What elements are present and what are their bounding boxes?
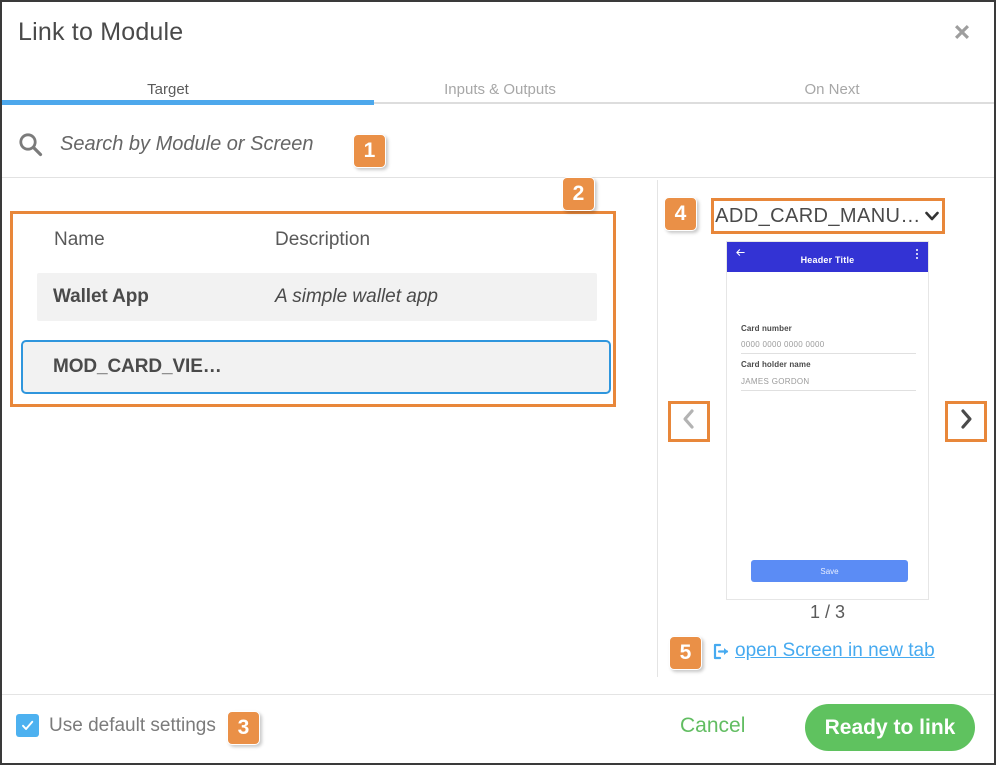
search-input[interactable] bbox=[60, 126, 350, 162]
row-name: Wallet App bbox=[53, 286, 149, 307]
preview-field-label: Card holder name bbox=[741, 360, 811, 369]
preview-field-label: Card number bbox=[741, 324, 792, 333]
external-link-icon bbox=[712, 642, 731, 661]
search-bar bbox=[2, 110, 994, 178]
open-screen-link-label: open Screen in new tab bbox=[735, 640, 935, 661]
table-row[interactable]: Wallet App A simple wallet app bbox=[37, 273, 597, 321]
use-default-settings-label: Use default settings bbox=[49, 714, 216, 736]
chevron-right-icon bbox=[956, 408, 976, 435]
column-header-name: Name bbox=[54, 229, 105, 250]
footer-divider bbox=[2, 694, 994, 695]
annotation-badge-5: 5 bbox=[669, 636, 702, 670]
page-title: Link to Module bbox=[18, 18, 184, 46]
row-name: MOD_CARD_VIE… bbox=[53, 356, 222, 377]
tabs-underline bbox=[2, 100, 994, 105]
close-icon[interactable] bbox=[944, 14, 980, 50]
search-icon bbox=[16, 130, 44, 163]
next-screen-button[interactable] bbox=[945, 401, 987, 442]
tab-on-next-label: On Next bbox=[804, 80, 860, 98]
screen-preview: Header Title Card number 0000 0000 0000 … bbox=[726, 241, 929, 600]
link-to-module-dialog: Link to Module Target Inputs & Outputs O… bbox=[0, 0, 996, 765]
prev-screen-button[interactable] bbox=[668, 401, 710, 442]
more-vertical-icon bbox=[916, 249, 918, 259]
column-header-description: Description bbox=[275, 229, 371, 250]
active-tab-indicator bbox=[2, 100, 374, 105]
open-screen-in-new-tab-link[interactable]: open Screen in new tab bbox=[712, 640, 935, 662]
preview-header-title: Header Title bbox=[800, 255, 855, 265]
preview-app-bar: Header Title bbox=[727, 242, 928, 272]
table-row[interactable]: MOD_CARD_VIE… bbox=[21, 340, 611, 394]
annotation-badge-3: 3 bbox=[227, 711, 260, 745]
chevron-left-icon bbox=[679, 408, 699, 435]
annotation-badge-1: 1 bbox=[353, 134, 386, 168]
use-default-settings-checkbox[interactable]: Use default settings bbox=[16, 714, 216, 737]
tab-target-label: Target bbox=[147, 80, 189, 98]
screen-select-value: ADD_CARD_MANU… bbox=[715, 204, 921, 227]
chevron-down-icon bbox=[923, 207, 941, 225]
preview-field-value: 0000 0000 0000 0000 bbox=[741, 340, 916, 354]
tab-inputs-outputs-label: Inputs & Outputs bbox=[444, 80, 556, 98]
annotation-badge-4: 4 bbox=[664, 197, 697, 231]
annotation-badge-2: 2 bbox=[562, 177, 595, 211]
panel-divider bbox=[657, 180, 658, 677]
module-list: Name Description Wallet App A simple wal… bbox=[10, 211, 616, 407]
module-list-header: Name Description bbox=[13, 214, 613, 264]
check-icon bbox=[16, 714, 39, 737]
ready-to-link-button[interactable]: Ready to link bbox=[805, 704, 975, 751]
preview-pager: 1 / 3 bbox=[809, 602, 846, 622]
preview-save-button: Save bbox=[751, 560, 908, 582]
preview-field-value: JAMES GORDON bbox=[741, 377, 916, 391]
row-description: A simple wallet app bbox=[275, 286, 438, 307]
screen-select-dropdown[interactable]: ADD_CARD_MANU… bbox=[711, 198, 945, 234]
cancel-button[interactable]: Cancel bbox=[680, 714, 745, 738]
